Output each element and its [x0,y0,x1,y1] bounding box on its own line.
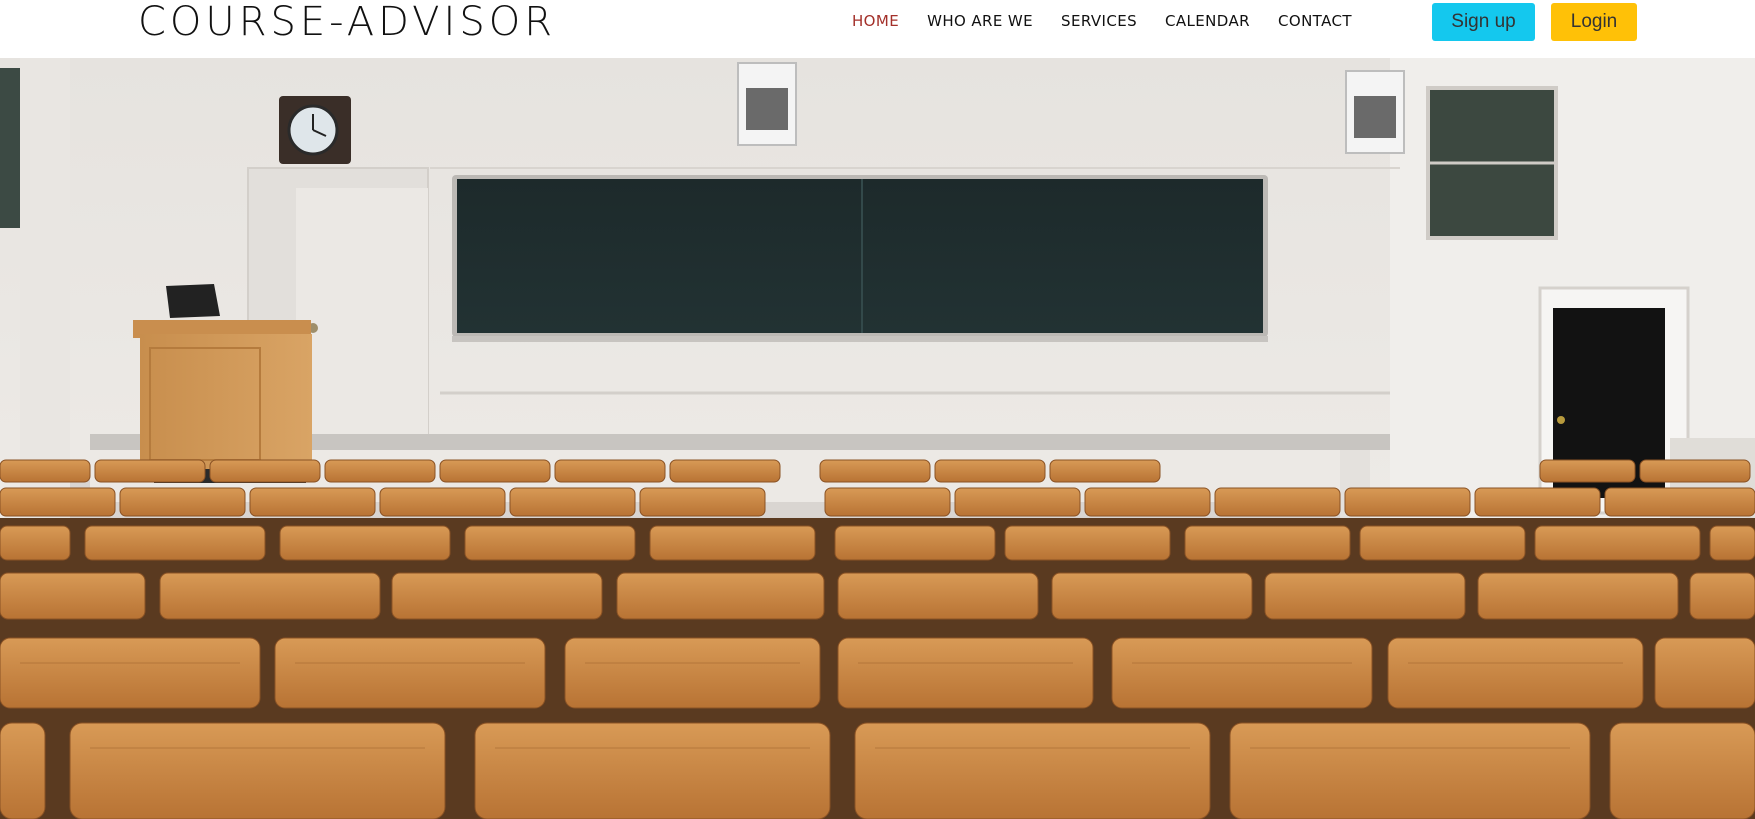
signup-button[interactable]: Sign up [1432,3,1535,41]
lecture-hall-illustration [0,58,1755,819]
hero-image [0,58,1755,819]
login-button[interactable]: Login [1551,3,1637,41]
nav-calendar[interactable]: CALENDAR [1165,9,1250,33]
podium [140,334,312,469]
main-nav: HOME WHO ARE WE SERVICES CALENDAR CONTAC… [852,9,1380,33]
navbar: COURSE-ADVISOR HOME WHO ARE WE SERVICES … [0,0,1755,58]
nav-home[interactable]: HOME [852,9,899,33]
nav-services[interactable]: SERVICES [1061,9,1137,33]
chalkboard [457,179,1263,333]
nav-contact[interactable]: CONTACT [1278,9,1352,33]
nav-who-are-we[interactable]: WHO ARE WE [927,9,1033,33]
brand-logo[interactable]: COURSE-ADVISOR [138,0,556,44]
